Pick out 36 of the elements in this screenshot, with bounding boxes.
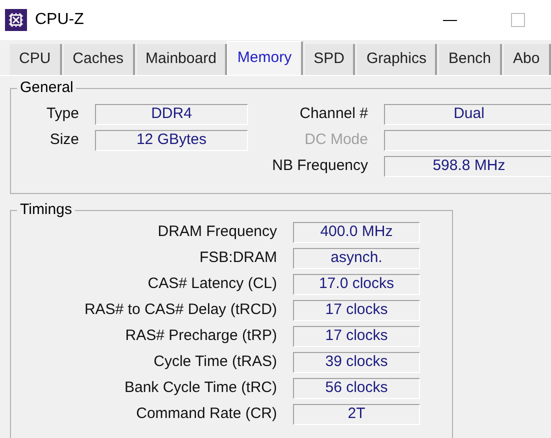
tab[interactable]: Caches	[64, 44, 135, 75]
value-field: 17 clocks	[293, 300, 420, 320]
value-field: 17 clocks	[293, 326, 420, 346]
field-label: RAS# to CAS# Delay (tRCD)	[83, 300, 278, 320]
value-field: 39 clocks	[293, 352, 420, 372]
value-field: 12 GBytes	[95, 130, 248, 150]
value-field: 2T	[293, 404, 420, 424]
tab[interactable]: Graphics	[357, 44, 438, 75]
field-label: Type	[45, 104, 80, 124]
value-field: 17.0 clocks	[293, 274, 420, 294]
field-label: Bank Cycle Time (tRC)	[123, 378, 278, 398]
field-label: CAS# Latency (CL)	[146, 274, 278, 294]
tab[interactable]: SPD	[304, 44, 356, 75]
field-label: NB Frequency	[271, 156, 369, 176]
value-field: 400.0 MHz	[293, 222, 420, 242]
field-label: Command Rate (CR)	[135, 404, 278, 424]
tab[interactable]: Abo	[504, 44, 551, 75]
tab[interactable]: Bench	[439, 44, 502, 75]
field-label: Size	[48, 130, 80, 150]
group-title: Timings	[17, 200, 75, 220]
field-label: DC Mode	[304, 130, 369, 150]
chip-icon	[5, 9, 27, 31]
field-label: Channel #	[298, 104, 369, 124]
tab[interactable]: CPU	[10, 44, 62, 75]
field-label: FSB:DRAM	[198, 248, 278, 268]
value-field: 598.8 MHz	[384, 156, 551, 176]
tab[interactable]: Mainboard	[136, 44, 228, 75]
value-field: Dual	[384, 104, 551, 124]
tab[interactable]: Memory	[227, 41, 303, 75]
field-label: Cycle Time (tRAS)	[152, 352, 278, 372]
field-label: RAS# Precharge (tRP)	[124, 326, 278, 346]
value-field: asynch.	[293, 248, 420, 268]
value-field: 56 clocks	[293, 378, 420, 398]
value-field: DDR4	[95, 104, 248, 124]
field-label: DRAM Frequency	[156, 222, 278, 242]
window-title: CPU-Z	[35, 10, 84, 30]
